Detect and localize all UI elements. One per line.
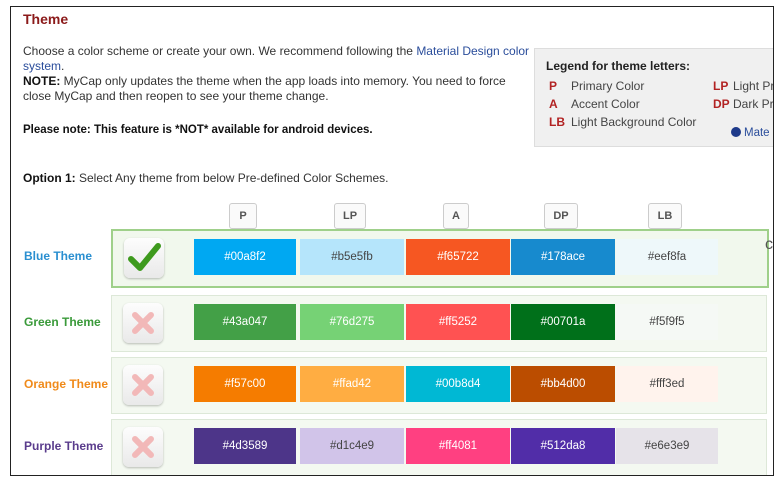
- column-header-a: A: [443, 203, 469, 229]
- legend-label: Accent Color: [571, 97, 640, 111]
- color-swatch-dp: #bb4d00: [511, 366, 615, 402]
- color-swatch-p: #00a8f2: [194, 239, 296, 275]
- legend-label: Dark Prin: [733, 97, 774, 111]
- checkmark-icon[interactable]: [124, 238, 164, 278]
- color-swatch-lp: #ffad42: [300, 366, 404, 402]
- unselected-x-icon[interactable]: [123, 365, 163, 405]
- material-link[interactable]: Mate: [731, 127, 770, 139]
- legend-item-p: P Primary Color: [549, 79, 644, 93]
- color-swatch-p: #4d3589: [194, 428, 296, 464]
- column-header-lp: LP: [334, 203, 366, 229]
- color-swatch-a: #ff5252: [406, 304, 510, 340]
- color-swatch-lb: #fff3ed: [616, 366, 718, 402]
- color-swatch-dp: #512da8: [511, 428, 615, 464]
- legend-box: Legend for theme letters: P Primary Color…: [534, 48, 774, 147]
- theme-row-purple-theme[interactable]: #4d3589 #d1c4e9 #ff4081 #512da8 #e6e3e9: [111, 419, 767, 475]
- option1-text: Select Any theme from below Pre-defined …: [75, 171, 389, 185]
- theme-row-blue-theme[interactable]: #00a8f2 #b5e5fb #f65722 #178ace #eef8fa: [111, 229, 769, 288]
- intro-text: Choose a color scheme or create your own…: [23, 44, 533, 104]
- color-swatch-lb: #f5f9f5: [616, 304, 718, 340]
- legend-item-lb: LB Light Background Color: [549, 115, 696, 129]
- option1-heading: Option 1: Select Any theme from below Pr…: [23, 171, 389, 185]
- theme-name: Blue Theme: [24, 249, 93, 263]
- note-label: NOTE:: [23, 74, 61, 88]
- color-swatch-dp: #178ace: [511, 239, 615, 275]
- cut-off-icon: c: [765, 236, 773, 253]
- page-title: Theme: [23, 11, 69, 27]
- android-note: Please note: This feature is *NOT* avail…: [23, 124, 373, 136]
- color-swatch-lp: #d1c4e9: [300, 428, 404, 464]
- color-swatch-lb: #e6e3e9: [616, 428, 718, 464]
- legend-key: LB: [549, 115, 565, 129]
- legend-key: DP: [713, 97, 730, 111]
- note-text: MyCap only updates the theme when the ap…: [23, 74, 506, 103]
- theme-name: Green Theme: [24, 315, 101, 329]
- color-swatch-lp: #76d275: [300, 304, 404, 340]
- color-swatch-a: #ff4081: [406, 428, 510, 464]
- legend-item-dp: DPDark Prin: [713, 97, 774, 111]
- legend-label: Light Background Color: [571, 115, 697, 129]
- intro-sentence: Choose a color scheme or create your own…: [23, 44, 417, 58]
- theme-row-orange-theme[interactable]: #f57c00 #ffad42 #00b8d4 #bb4d00 #fff3ed: [111, 357, 767, 414]
- material-link-label: Mate: [744, 127, 770, 139]
- theme-row-green-theme[interactable]: #43a047 #76d275 #ff5252 #00701a #f5f9f5: [111, 295, 767, 352]
- legend-title: Legend for theme letters:: [546, 59, 691, 73]
- color-swatch-lp: #b5e5fb: [300, 239, 404, 275]
- color-swatch-p: #43a047: [194, 304, 296, 340]
- legend-key: P: [549, 79, 558, 93]
- column-header-dp: DP: [544, 203, 578, 229]
- intro-period: .: [61, 59, 65, 73]
- color-swatch-a: #f65722: [406, 239, 510, 275]
- theme-name: Purple Theme: [24, 439, 104, 453]
- color-swatch-lb: #eef8fa: [616, 239, 718, 275]
- legend-label: Light Prin: [733, 79, 774, 93]
- unselected-x-icon[interactable]: [123, 303, 163, 343]
- column-header-lb: LB: [648, 203, 682, 229]
- legend-item-lp: LP Light Prin: [713, 79, 774, 93]
- legend-key: LP: [713, 79, 729, 93]
- color-swatch-dp: #00701a: [511, 304, 615, 340]
- legend-key: A: [549, 97, 558, 111]
- color-swatch-a: #00b8d4: [406, 366, 510, 402]
- unselected-x-icon[interactable]: [123, 427, 163, 467]
- theme-name: Orange Theme: [24, 377, 109, 391]
- legend-label: Primary Color: [571, 79, 645, 93]
- color-swatch-p: #f57c00: [194, 366, 296, 402]
- palette-icon: [731, 127, 741, 137]
- option1-label: Option 1:: [23, 171, 76, 185]
- legend-item-a: A Accent Color: [549, 97, 640, 111]
- column-header-p: P: [229, 203, 257, 229]
- theme-panel: Theme Choose a color scheme or create yo…: [10, 6, 774, 476]
